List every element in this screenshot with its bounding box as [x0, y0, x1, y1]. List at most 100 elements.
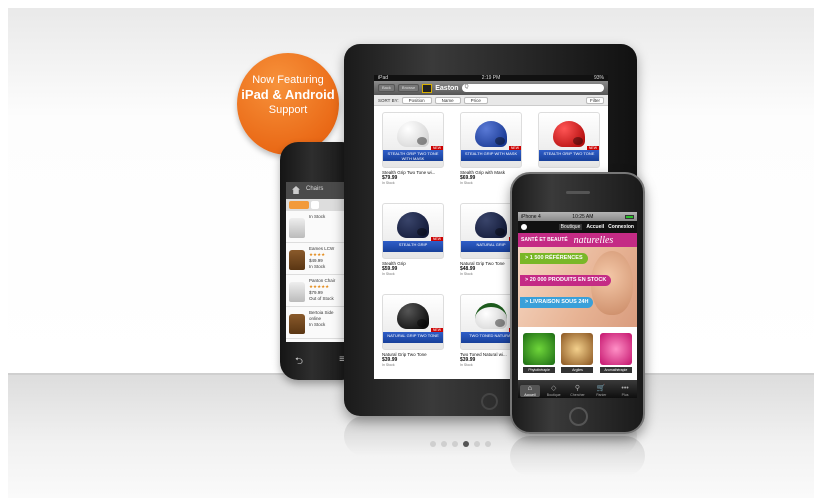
product-ribbon: STEALTH GRIP [383, 241, 443, 252]
category-list: Phytothérapie Argiles Aromathérapie [518, 327, 637, 385]
category-item[interactable]: Argiles [561, 333, 594, 385]
item-stock: Out of Stock [309, 296, 334, 301]
ipad-status-time: 2:19 PM [481, 75, 501, 81]
login-link[interactable]: Connexion [608, 224, 634, 230]
store-banner: SANTÉ ET BEAUTÉ naturelles [518, 233, 637, 247]
carousel-dot[interactable] [474, 441, 480, 447]
product-card[interactable]: STEALTH GRIP NEW Stealth Grip $59.99 In Stoc… [382, 203, 456, 294]
ipad-nav-bar: Back Browse Easton Q [374, 81, 608, 95]
tab-label: Plus [621, 393, 629, 397]
item-stock: In Stock [309, 264, 326, 269]
product-image: STEALTH GRIP TWO TONE NEW [538, 112, 600, 168]
new-tag: NEW [430, 237, 443, 241]
iphone-screen: iPhone 4 10:25 AM Boutique Accueil Conne… [518, 212, 637, 398]
sort-bar: SORT BY: Position Name Price Filter [374, 95, 608, 106]
helmet-image [475, 212, 507, 238]
sort-price-button[interactable]: Price [463, 96, 488, 104]
ipad-home-button[interactable] [481, 393, 498, 410]
iphone-home-button[interactable] [569, 407, 588, 426]
iphone-speaker [566, 191, 590, 194]
product-image: STEALTH GRIP TWO TONE WITH MASK NEW [382, 112, 444, 168]
category-item[interactable]: Aromathérapie [599, 333, 632, 385]
badge-line-3: Support [268, 104, 308, 116]
item-stock: In Stock [309, 322, 326, 327]
back-button[interactable]: Back [378, 84, 395, 92]
shop-icon: ◇ [550, 385, 557, 392]
new-tag: NEW [430, 146, 443, 150]
iphone-reflection [510, 436, 645, 476]
iphone-carrier: iPhone 4 [521, 213, 541, 220]
search-icon: ⚲ [574, 385, 581, 392]
chair-image [289, 282, 305, 302]
cart-icon: 🛒 [596, 385, 606, 392]
category-label: Aromathérapie [599, 367, 632, 373]
badge-line-2: iPad & Android [241, 87, 335, 102]
tab-plus[interactable]: ••• Plus [615, 385, 635, 397]
product-ribbon: STEALTH GRIP WITH MASK [461, 150, 521, 161]
filter-button[interactable]: Filter [586, 96, 604, 104]
item-stock: In Stock [309, 214, 326, 219]
product-ribbon: NATURAL GRIP TWO TONE [383, 332, 443, 343]
tab-boutique[interactable]: ◇ Boutique [544, 385, 564, 397]
product-image: NATURAL GRIP TWO TONE NEW [382, 294, 444, 350]
feature-badge: Now Featuring iPad & Android Support [237, 53, 339, 155]
tab-label: Accueil [524, 393, 536, 397]
home-icon: ⌂ [527, 385, 532, 392]
new-tag: NEW [430, 328, 443, 332]
product-image: STEALTH GRIP WITH MASK NEW [460, 112, 522, 168]
iphone-device: iPhone 4 10:25 AM Boutique Accueil Conne… [510, 172, 645, 434]
browse-button[interactable]: Browse [397, 84, 420, 92]
tab-label: Boutique [546, 393, 561, 397]
search-input[interactable]: Q [461, 84, 604, 92]
ipad-status-device: iPad [378, 75, 389, 81]
carousel-dot[interactable] [452, 441, 458, 447]
category-image [599, 333, 632, 365]
back-icon[interactable]: ⮌ [295, 354, 303, 371]
home-icon[interactable] [292, 186, 300, 194]
category-image [561, 333, 594, 365]
category-image [523, 333, 556, 365]
carousel-dot[interactable] [441, 441, 447, 447]
android-buttons: ⮌ ≡ [295, 354, 345, 371]
tab-label: Panier [596, 393, 607, 397]
android-header-title: Chairs [306, 186, 324, 192]
promo-hero[interactable]: > 1 500 RÉFÉRENCES > 20 000 PRODUITS EN … [518, 247, 637, 327]
product-card[interactable]: NATURAL GRIP TWO TONE NEW Natural Grip Two… [382, 294, 456, 379]
banner-brand: naturelles [573, 234, 614, 246]
more-icon: ••• [621, 385, 629, 392]
product-card[interactable]: STEALTH GRIP TWO TONE WITH MASK NEW Stealt… [382, 112, 456, 203]
tab-accueil[interactable]: ⌂ Accueil [519, 385, 540, 397]
iphone-nav-bar: Boutique Accueil Connexion [518, 221, 637, 233]
tab-label: Chercher [570, 393, 585, 397]
helmet-image [397, 212, 429, 238]
product-ribbon: STEALTH GRIP TWO TONE WITH MASK [383, 150, 443, 161]
carousel-dot[interactable] [463, 441, 469, 447]
promo-delivery: > LIVRAISON SOUS 24H [520, 297, 594, 308]
promo-stock: > 20 000 PRODUITS EN STOCK [520, 275, 612, 286]
iphone-tab-bar: ⌂ Accueil ◇ Boutique ⚲ Chercher 🛒 Panier •••… [518, 380, 637, 398]
store-button[interactable]: Boutique [558, 224, 583, 230]
product-ribbon: STEALTH GRIP TWO TONE [539, 150, 599, 161]
info-icon[interactable] [521, 224, 527, 230]
battery-icon [624, 214, 634, 219]
category-label: Argiles [561, 367, 594, 373]
home-link[interactable]: Accueil [586, 224, 604, 230]
iphone-status-bar: iPhone 4 10:25 AM [518, 212, 637, 221]
helmet-image [475, 303, 507, 329]
carousel-dot[interactable] [430, 441, 436, 447]
carousel-dot[interactable] [485, 441, 491, 447]
category-item[interactable]: Phytothérapie [523, 333, 556, 385]
hero-carousel: Now Featuring iPad & Android Support Cha… [0, 0, 814, 498]
product-stock: In Stock [382, 272, 395, 276]
tab-chercher[interactable]: ⚲ Chercher [567, 385, 587, 397]
tab-panier[interactable]: 🛒 Panier [591, 385, 611, 397]
product-image: STEALTH GRIP NEW [382, 203, 444, 259]
brand-name: Easton [435, 84, 459, 92]
ipad-status-battery: 93% [593, 75, 604, 81]
product-stock: In Stock [382, 181, 395, 185]
new-tag: NEW [508, 146, 521, 150]
sort-name-button[interactable]: Name [434, 96, 461, 104]
sort-position-button[interactable]: Position [401, 96, 432, 104]
helmet-image [397, 303, 429, 329]
iphone-time: 10:25 AM [572, 213, 594, 220]
